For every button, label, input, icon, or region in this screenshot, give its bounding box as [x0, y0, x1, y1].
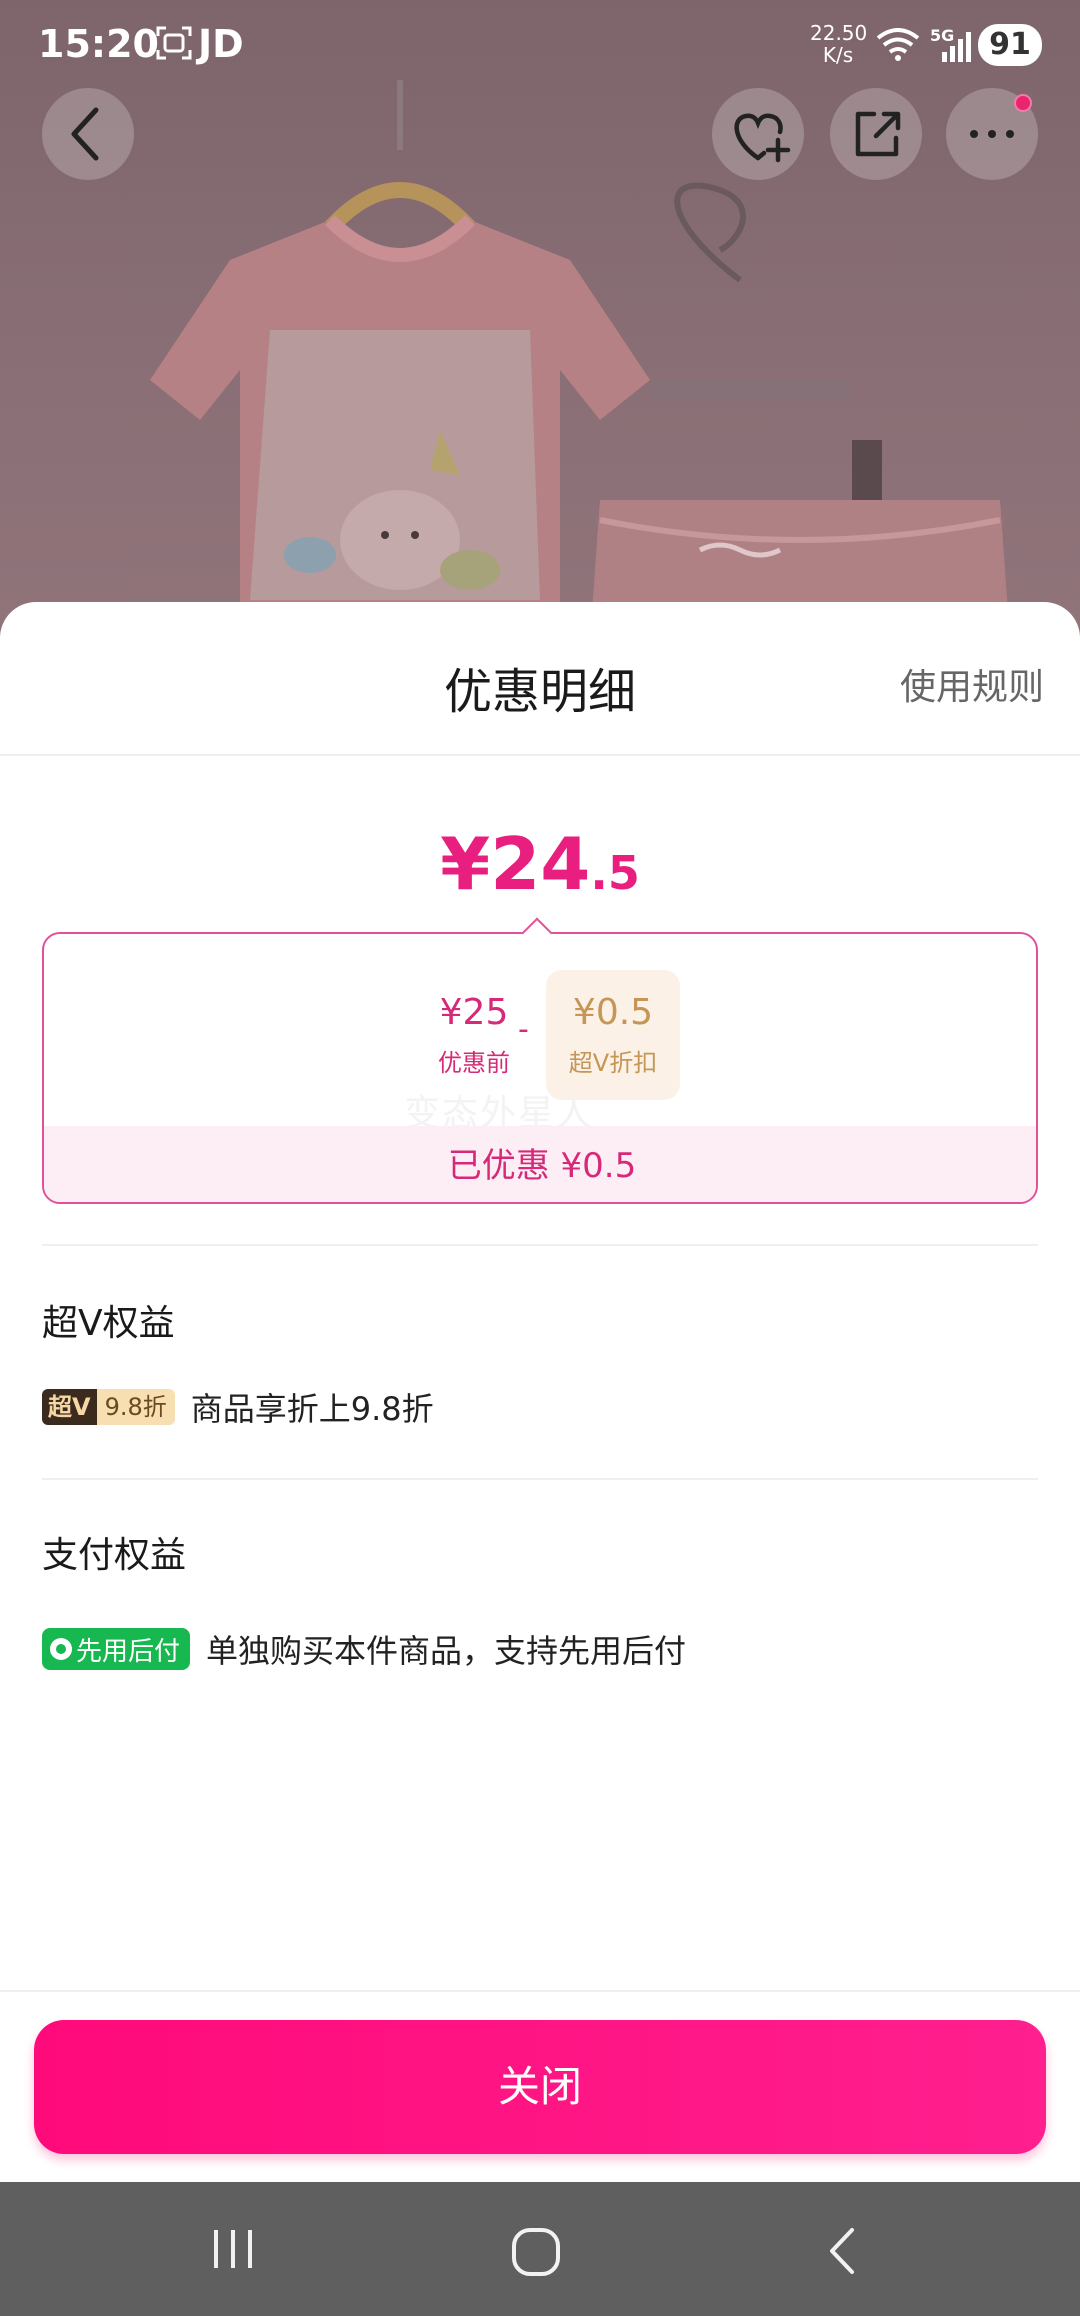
- signal-icon: [942, 32, 971, 62]
- divider: [42, 1244, 1038, 1246]
- divider: [42, 1478, 1038, 1480]
- price-calculation-box: ¥25 优惠前 - ¥0.5 超V折扣 变态外星人 已优惠 ¥0.5: [42, 932, 1038, 1204]
- screen-record-icon: [156, 26, 192, 60]
- favorite-button[interactable]: [712, 88, 804, 180]
- notification-dot: [1014, 94, 1032, 112]
- share-icon: [855, 111, 901, 157]
- battery-indicator: 91: [978, 24, 1042, 66]
- pay-later-badge: 先用后付: [42, 1628, 191, 1670]
- recent-apps-icon[interactable]: [210, 2226, 256, 2272]
- heart-plus-icon: [734, 113, 791, 163]
- usage-rules-link[interactable]: 使用规则: [900, 658, 1044, 710]
- vip-benefit-desc: 商品享折上9.8折: [190, 1390, 434, 1428]
- status-time: 15:20: [38, 22, 159, 66]
- home-icon[interactable]: [510, 2226, 562, 2278]
- vip-benefits-title: 超V权益: [42, 1303, 175, 1344]
- back-nav-icon[interactable]: [820, 2226, 866, 2276]
- minus-sign: -: [518, 1012, 529, 1047]
- total-saved: 已优惠 ¥0.5: [44, 1126, 1036, 1202]
- chevron-left-icon: [71, 107, 99, 161]
- vip-badge: 超V 9.8折: [42, 1389, 175, 1425]
- vip-discount-amount: ¥0.5 超V折扣: [546, 970, 680, 1100]
- payment-benefit-row: 先用后付 单独购买本件商品，支持先用后付: [42, 1626, 686, 1672]
- status-bar: 15:20 JD 22.50 K/s 5G 91: [0, 0, 1080, 92]
- share-button[interactable]: [830, 88, 922, 180]
- vip-benefit-row: 超V 9.8折 商品享折上9.8折: [42, 1384, 434, 1430]
- payment-benefit-desc: 单独购买本件商品，支持先用后付: [206, 1632, 687, 1670]
- divider: [0, 754, 1080, 756]
- wifi-icon: [876, 28, 920, 61]
- divider: [0, 1990, 1080, 1992]
- system-nav-bar: [0, 2182, 1080, 2316]
- close-button[interactable]: 关闭: [34, 2020, 1046, 2154]
- status-carrier: JD: [198, 22, 244, 66]
- pay-later-icon: [50, 1638, 72, 1660]
- final-price: ¥24.5: [440, 822, 640, 906]
- back-button[interactable]: [42, 88, 134, 180]
- network-speed: 22.50 K/s: [810, 21, 868, 67]
- discount-detail-sheet: 优惠明细 使用规则 ¥24.5 ¥25 优惠前 - ¥0.5 超V折扣 变态外星…: [0, 602, 1080, 2182]
- payment-benefits-title: 支付权益: [42, 1535, 187, 1576]
